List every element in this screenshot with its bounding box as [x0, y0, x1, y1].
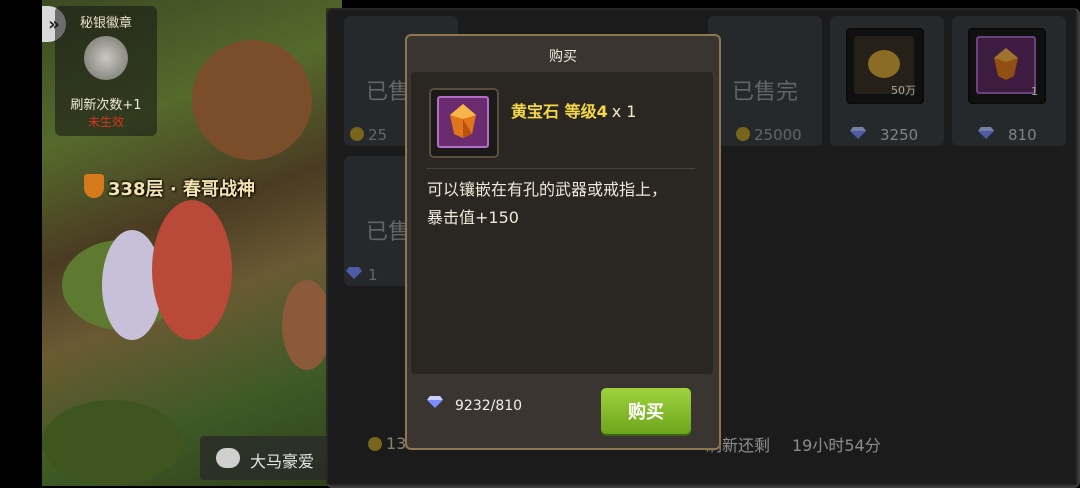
dialog-title: 购买 — [549, 49, 577, 65]
diamond-balance: 9232/810 — [427, 396, 522, 414]
character-sprite — [152, 200, 232, 340]
item-name: 黄宝石 等级4 x 1 — [511, 102, 637, 121]
floor-label: 338层 · 春哥战神 — [108, 179, 255, 200]
item-icon-frame — [429, 88, 499, 158]
diamond-icon — [427, 396, 443, 408]
dragon-badge-icon — [84, 36, 128, 80]
beast-sprite — [192, 40, 312, 160]
item-quantity: x 1 — [611, 102, 637, 121]
mithril-badge-panel[interactable]: 秘银徽章 刷新次数+1 未生效 — [55, 6, 157, 136]
chat-message: 大马豪爱 — [250, 452, 315, 471]
divider — [427, 168, 695, 169]
badge-title: 秘银徽章 — [79, 16, 132, 31]
buy-button[interactable]: 购买 — [601, 388, 691, 434]
item-description: 可以镶嵌在有孔的武器或戒指上， 暴击值+150 — [427, 180, 668, 227]
topaz-gem-icon — [437, 96, 489, 148]
badge-status: 未生效 — [87, 115, 124, 129]
purchase-dialog: 购买 黄宝石 等级4 x 1 可以镶嵌在有孔的武器或戒指上， 暴击值+150 92… — [405, 34, 721, 450]
character-sprite — [282, 280, 332, 370]
grass-patch — [42, 400, 182, 486]
badge-refresh-count: 刷新次数+1 — [70, 98, 142, 113]
chat-bubble-icon — [216, 448, 240, 468]
